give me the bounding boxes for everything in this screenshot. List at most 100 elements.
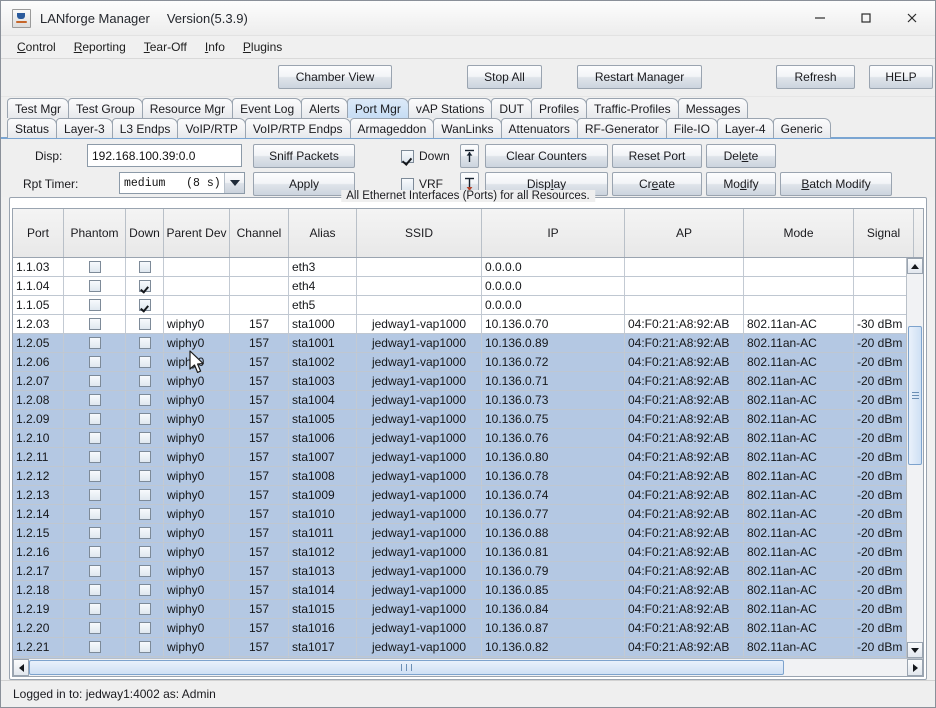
help-button[interactable]: HELP xyxy=(869,65,933,89)
tab-vap-stations[interactable]: vAP Stations xyxy=(407,98,493,118)
tab-dut[interactable]: DUT xyxy=(491,98,532,118)
down-checkbox[interactable] xyxy=(138,641,151,653)
cell-down-checkbox[interactable] xyxy=(126,448,164,466)
menu-item-plugins[interactable]: Plugins xyxy=(234,38,291,56)
cell-phantom-checkbox[interactable] xyxy=(64,296,126,314)
column-header-mode[interactable]: Mode xyxy=(744,209,854,257)
tab-test-group[interactable]: Test Group xyxy=(68,98,143,118)
down-checkbox[interactable] xyxy=(138,337,151,349)
column-header-channel[interactable]: Channel xyxy=(230,209,289,257)
cell-phantom-checkbox[interactable] xyxy=(64,277,126,295)
column-header-nc[interactable]: Nc xyxy=(914,209,923,257)
phantom-checkbox[interactable] xyxy=(88,546,101,558)
tab-event-log[interactable]: Event Log xyxy=(232,98,303,118)
down-checkbox[interactable] xyxy=(138,299,151,311)
tab-test-mgr[interactable]: Test Mgr xyxy=(7,98,70,118)
tab-profiles[interactable]: Profiles xyxy=(530,98,587,118)
cell-phantom-checkbox[interactable] xyxy=(64,638,126,656)
clear-counters-button[interactable]: Clear Counters xyxy=(485,144,608,168)
column-header-parent-dev[interactable]: Parent Dev xyxy=(164,209,230,257)
cell-phantom-checkbox[interactable] xyxy=(64,429,126,447)
down-checkbox[interactable] xyxy=(138,318,151,330)
down-filter-checkbox[interactable]: Down xyxy=(401,146,450,166)
column-header-ip[interactable]: IP xyxy=(482,209,625,257)
phantom-checkbox[interactable] xyxy=(88,356,101,368)
table-row[interactable]: 1.1.05 eth5 0.0.0.0 xyxy=(13,296,906,315)
horizontal-scroll-track[interactable] xyxy=(29,659,907,676)
phantom-checkbox[interactable] xyxy=(88,508,101,520)
tab-messages[interactable]: Messages xyxy=(677,98,749,118)
table-row[interactable]: 1.2.11 wiphy0 157 sta1007 jedway1-vap1000 10.… xyxy=(13,448,906,467)
cell-phantom-checkbox[interactable] xyxy=(64,448,126,466)
refresh-button[interactable]: Refresh xyxy=(776,65,855,89)
cell-down-checkbox[interactable] xyxy=(126,638,164,656)
cell-down-checkbox[interactable] xyxy=(126,334,164,352)
table-row[interactable]: 1.2.21 wiphy0 157 sta1017 jedway1-vap1000 10.… xyxy=(13,638,906,657)
table-row[interactable]: 1.2.16 wiphy0 157 sta1012 jedway1-vap1000 10.… xyxy=(13,543,906,562)
minimize-icon[interactable] xyxy=(797,1,843,35)
cell-phantom-checkbox[interactable] xyxy=(64,486,126,504)
down-checkbox[interactable] xyxy=(138,622,151,634)
table-row[interactable]: 1.2.09 wiphy0 157 sta1005 jedway1-vap1000 10.… xyxy=(13,410,906,429)
cell-down-checkbox[interactable] xyxy=(126,600,164,618)
tab-file-io[interactable]: File-IO xyxy=(665,118,718,138)
tab-resource-mgr[interactable]: Resource Mgr xyxy=(141,98,234,118)
down-checkbox[interactable] xyxy=(138,261,151,273)
tab-armageddon[interactable]: Armageddon xyxy=(349,118,435,138)
down-checkbox[interactable] xyxy=(138,527,151,539)
reset-port-button[interactable]: Reset Port xyxy=(612,144,702,168)
table-row[interactable]: 1.2.10 wiphy0 157 sta1006 jedway1-vap1000 10.… xyxy=(13,429,906,448)
down-checkbox[interactable] xyxy=(138,432,151,444)
tab-attenuators[interactable]: Attenuators xyxy=(500,118,578,138)
table-row[interactable]: 1.1.04 eth4 0.0.0.0 xyxy=(13,277,906,296)
phantom-checkbox[interactable] xyxy=(88,432,101,444)
table-row[interactable]: 1.2.14 wiphy0 157 sta1010 jedway1-vap1000 10.… xyxy=(13,505,906,524)
tab-alerts[interactable]: Alerts xyxy=(301,98,348,118)
cell-phantom-checkbox[interactable] xyxy=(64,353,126,371)
phantom-checkbox[interactable] xyxy=(88,565,101,577)
down-checkbox[interactable] xyxy=(138,451,151,463)
tab-status[interactable]: Status xyxy=(7,118,58,138)
cell-down-checkbox[interactable] xyxy=(126,505,164,523)
create-button[interactable]: Cr e ate xyxy=(612,172,702,196)
cell-down-checkbox[interactable] xyxy=(126,619,164,637)
column-header-ap[interactable]: AP xyxy=(625,209,744,257)
cell-phantom-checkbox[interactable] xyxy=(64,258,126,276)
horizontal-scroll-thumb[interactable] xyxy=(29,660,785,675)
phantom-checkbox[interactable] xyxy=(88,394,101,406)
cell-phantom-checkbox[interactable] xyxy=(64,619,126,637)
tab-voip-rtp-endps[interactable]: VoIP/RTP Endps xyxy=(244,118,351,138)
scroll-right-button[interactable] xyxy=(907,659,923,676)
down-checkbox[interactable] xyxy=(138,508,151,520)
menu-item-control[interactable]: Control xyxy=(8,38,65,56)
chevron-down-icon[interactable] xyxy=(224,173,244,193)
cell-down-checkbox[interactable] xyxy=(126,467,164,485)
cell-down-checkbox[interactable] xyxy=(126,543,164,561)
rpt-timer-select[interactable]: medium (8 s) xyxy=(119,172,245,194)
cell-down-checkbox[interactable] xyxy=(126,353,164,371)
batch-modify-button[interactable]: Batch Modify xyxy=(780,172,892,196)
phantom-checkbox[interactable] xyxy=(88,527,101,539)
cell-down-checkbox[interactable] xyxy=(126,581,164,599)
table-row[interactable]: 1.2.13 wiphy0 157 sta1009 jedway1-vap1000 10.… xyxy=(13,486,906,505)
tab-generic[interactable]: Generic xyxy=(772,118,831,138)
down-checkbox[interactable] xyxy=(138,603,151,615)
cell-down-checkbox[interactable] xyxy=(126,296,164,314)
cell-down-checkbox[interactable] xyxy=(126,258,164,276)
vertical-scroll-track[interactable] xyxy=(907,274,923,642)
down-checkbox[interactable] xyxy=(138,565,151,577)
menu-item-tear-off[interactable]: Tear-Off xyxy=(135,38,196,56)
scroll-down-button[interactable] xyxy=(907,642,923,658)
tab-port-mgr[interactable]: Port Mgr xyxy=(346,98,409,118)
column-header-alias[interactable]: Alias xyxy=(289,209,357,257)
table-row[interactable]: 1.2.06 wiphy0 157 sta1002 jedway1-vap1000 10.… xyxy=(13,353,906,372)
down-checkbox[interactable] xyxy=(138,470,151,482)
modify-button[interactable]: Mo d ify xyxy=(706,172,776,196)
cell-down-checkbox[interactable] xyxy=(126,562,164,580)
cell-down-checkbox[interactable] xyxy=(126,315,164,333)
table-row[interactable]: 1.1.03 eth3 0.0.0.0 xyxy=(13,258,906,277)
phantom-checkbox[interactable] xyxy=(88,337,101,349)
tab-rf-generator[interactable]: RF-Generator xyxy=(576,118,667,138)
cell-phantom-checkbox[interactable] xyxy=(64,315,126,333)
phantom-checkbox[interactable] xyxy=(88,584,101,596)
